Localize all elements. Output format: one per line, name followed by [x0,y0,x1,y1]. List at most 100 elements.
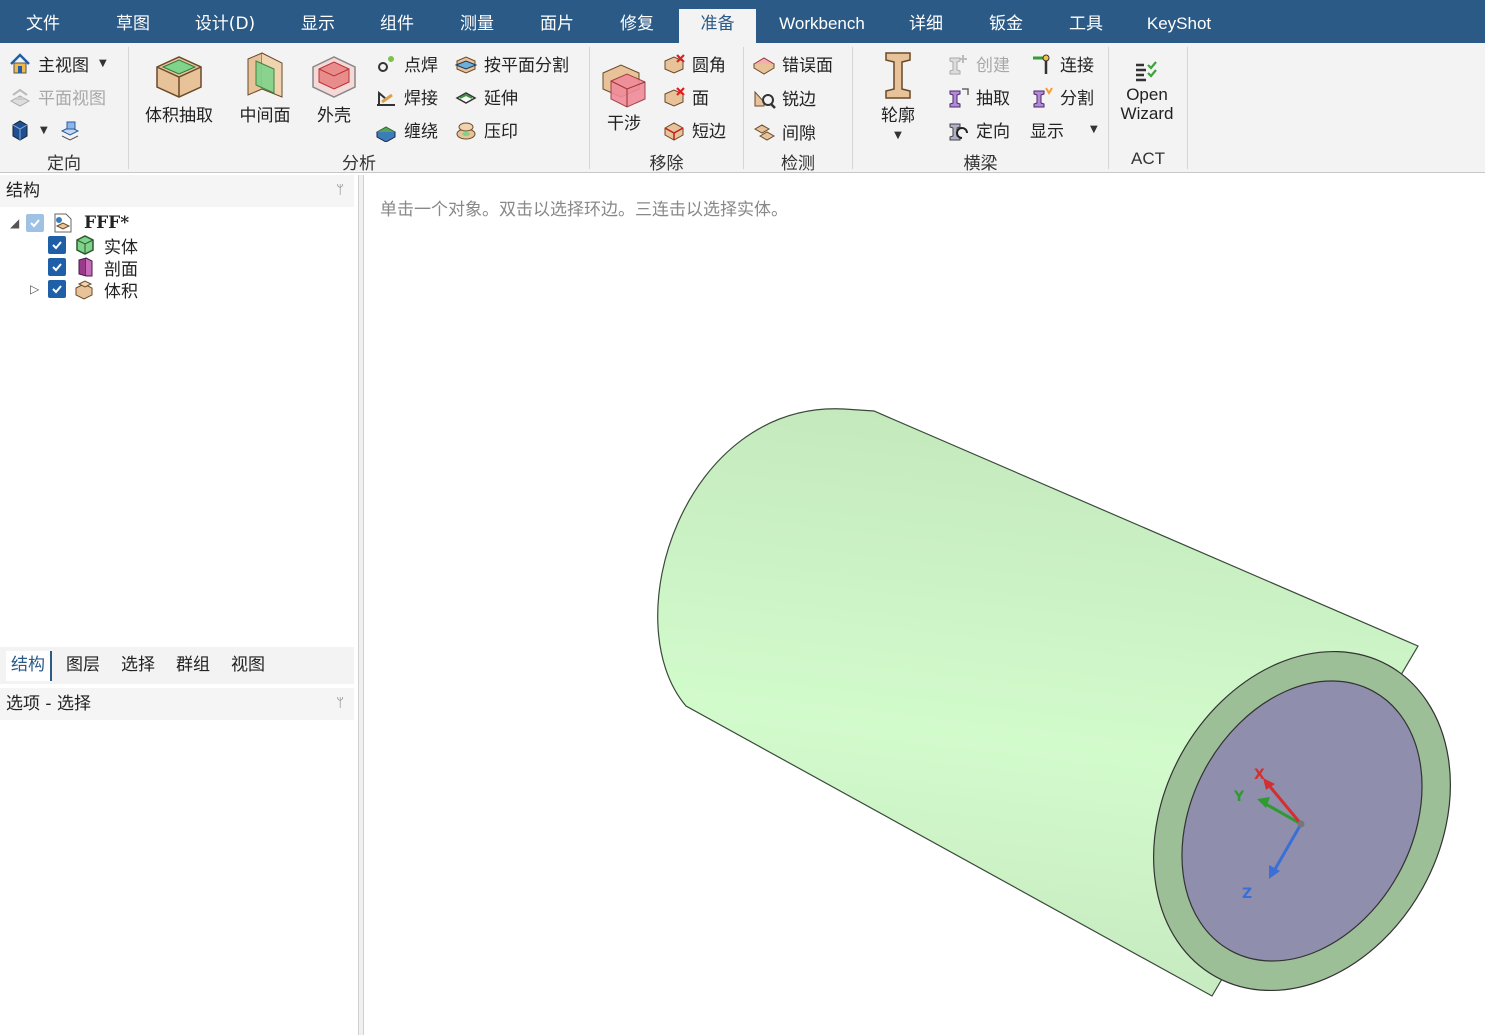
menu-tab-file[interactable]: 文件 [0,0,86,43]
extend-button[interactable]: 延伸 [454,84,518,109]
wrap-button[interactable]: 缠绕 [374,117,438,142]
pin-icon[interactable]: ᛘ [336,175,344,207]
extract-beam-button[interactable]: 抽取 [946,84,1010,109]
collapsed-arrow-icon[interactable]: ▷ [30,282,48,296]
ribbon: 主视图 ▼ 平面视图 ▼ 定向 体积抽取 中间面 外壳 点焊 焊接 缠绕 按平面… [0,43,1485,174]
orient-beam-button[interactable]: 定向 [946,117,1010,142]
structure-panel-title: 结构 [6,181,40,201]
menu-tab-measure[interactable]: 测量 [441,0,513,43]
expanded-arrow-icon[interactable]: ◢ [10,216,26,230]
tree-item-label: 体积 [104,281,138,302]
view-cube-button[interactable]: ▼ [8,118,88,142]
y-axis-label: Y [1233,789,1245,805]
problem-faces-icon [753,56,775,75]
spot-weld-icon [378,55,394,72]
tree-item-section[interactable]: 剖面 [48,256,138,280]
menu-tab-facets[interactable]: 面片 [521,0,593,43]
faces-icon [664,86,685,107]
menu-tab-repair[interactable]: 修复 [601,0,673,43]
short-edges-button[interactable]: 短边 [662,117,726,142]
tree-item-solid[interactable]: 实体 [48,234,138,258]
connect-beam-button[interactable]: 连接 [1030,51,1094,76]
profile-button[interactable]: 轮廓 ▼ [868,49,928,141]
chevron-down-icon[interactable]: ▼ [1090,124,1098,135]
chevron-down-icon[interactable]: ▼ [868,130,928,141]
problem-faces-label: 错误面 [782,56,833,76]
display-beam-button[interactable]: 显示 ▼ [1030,117,1098,142]
tab-layers[interactable]: 图层 [61,651,105,681]
check-icon [30,219,40,228]
sharp-edges-label: 锐边 [782,90,816,110]
open-wizard-button[interactable]: Open Wizard [1112,61,1182,123]
tree-checkbox[interactable] [48,280,66,298]
tree-item-root[interactable]: ◢ FFF* [10,212,129,234]
home-view-button[interactable]: 主视图 ▼ [8,51,107,76]
open-wizard-line1: Open [1126,85,1168,104]
tree-checkbox[interactable] [48,236,66,254]
hollow-cylinder-body[interactable] [657,408,1485,1035]
split-by-plane-icon [454,55,478,74]
imprint-icon [456,122,476,139]
model-canvas[interactable]: X Y Z [364,181,1485,1035]
rounds-button[interactable]: 圆角 [662,51,726,76]
weld-label: 焊接 [404,89,438,109]
interference-button[interactable]: 干涉 [596,57,652,134]
tree-checkbox[interactable] [26,214,44,232]
tab-groups[interactable]: 群组 [171,651,215,681]
tab-views[interactable]: 视图 [226,651,270,681]
rotate-view-icon[interactable] [58,118,82,142]
divider [1187,47,1188,169]
section-icon [78,257,93,277]
rounds-label: 圆角 [692,56,726,76]
menu-tab-workbench[interactable]: Workbench [768,0,876,43]
faces-label: 面 [692,89,709,109]
tree-item-volume[interactable]: ▷ 体积 [30,278,138,302]
menu-tab-assembly[interactable]: 组件 [361,0,433,43]
home-icon [10,52,30,73]
volume-icon [75,280,93,300]
connect-beam-label: 连接 [1060,56,1094,76]
problem-faces-button[interactable]: 错误面 [752,51,833,76]
split-beam-icon [1033,86,1053,107]
options-panel-title: 选项 - 选择 [6,694,91,714]
cube-icon [12,120,28,141]
wrap-label: 缠绕 [404,122,438,142]
group-label-beams: 横梁 [963,154,998,174]
menu-tab-sketch[interactable]: 草图 [97,0,169,43]
gaps-button[interactable]: 间隙 [752,119,816,144]
tab-selection[interactable]: 选择 [116,651,160,681]
menu-tab-display[interactable]: 显示 [282,0,354,43]
menu-tab-sheet-metal[interactable]: 钣金 [970,0,1042,43]
chevron-down-icon[interactable]: ▼ [99,58,107,69]
shell-label: 外壳 [317,106,351,126]
sharp-edges-button[interactable]: 锐边 [752,85,816,110]
weld-button[interactable]: 焊接 [374,84,438,109]
menu-tab-keyshot[interactable]: KeyShot [1135,0,1223,43]
check-icon [52,241,62,250]
tree-checkbox[interactable] [48,258,66,276]
chevron-down-icon[interactable]: ▼ [40,125,48,136]
menu-tab-tools[interactable]: 工具 [1050,0,1122,43]
spot-weld-button[interactable]: 点焊 [374,51,438,76]
create-beam-button[interactable]: 创建 [946,51,1010,76]
3d-viewport[interactable]: 单击一个对象。双击以选择环边。三连击以选择实体。 X Y Z [364,181,1485,1035]
menu-tab-design[interactable]: 设计(D) [180,0,270,43]
create-beam-icon [949,54,967,74]
midsurface-button[interactable]: 中间面 [230,49,300,126]
split-beam-button[interactable]: 分割 [1030,84,1094,109]
gaps-label: 间隙 [782,124,816,144]
sharp-edges-icon [754,90,776,109]
pin-icon[interactable]: ᛘ [336,688,344,720]
volume-extract-icon [156,56,202,98]
split-by-plane-button[interactable]: 按平面分割 [454,51,569,76]
faces-button[interactable]: 面 [662,84,709,109]
i-beam-icon [885,52,911,99]
volume-extract-button[interactable]: 体积抽取 [140,49,218,126]
shell-button[interactable]: 外壳 [306,49,362,126]
menu-tab-detail[interactable]: 详细 [890,0,962,43]
structure-panel-header: 结构 ᛘ [0,175,354,207]
plan-view-button[interactable]: 平面视图 [8,84,106,109]
menu-tab-prepare[interactable]: 准备 [679,9,756,43]
imprint-button[interactable]: 压印 [454,117,518,142]
tab-structure[interactable]: 结构 [6,651,52,681]
